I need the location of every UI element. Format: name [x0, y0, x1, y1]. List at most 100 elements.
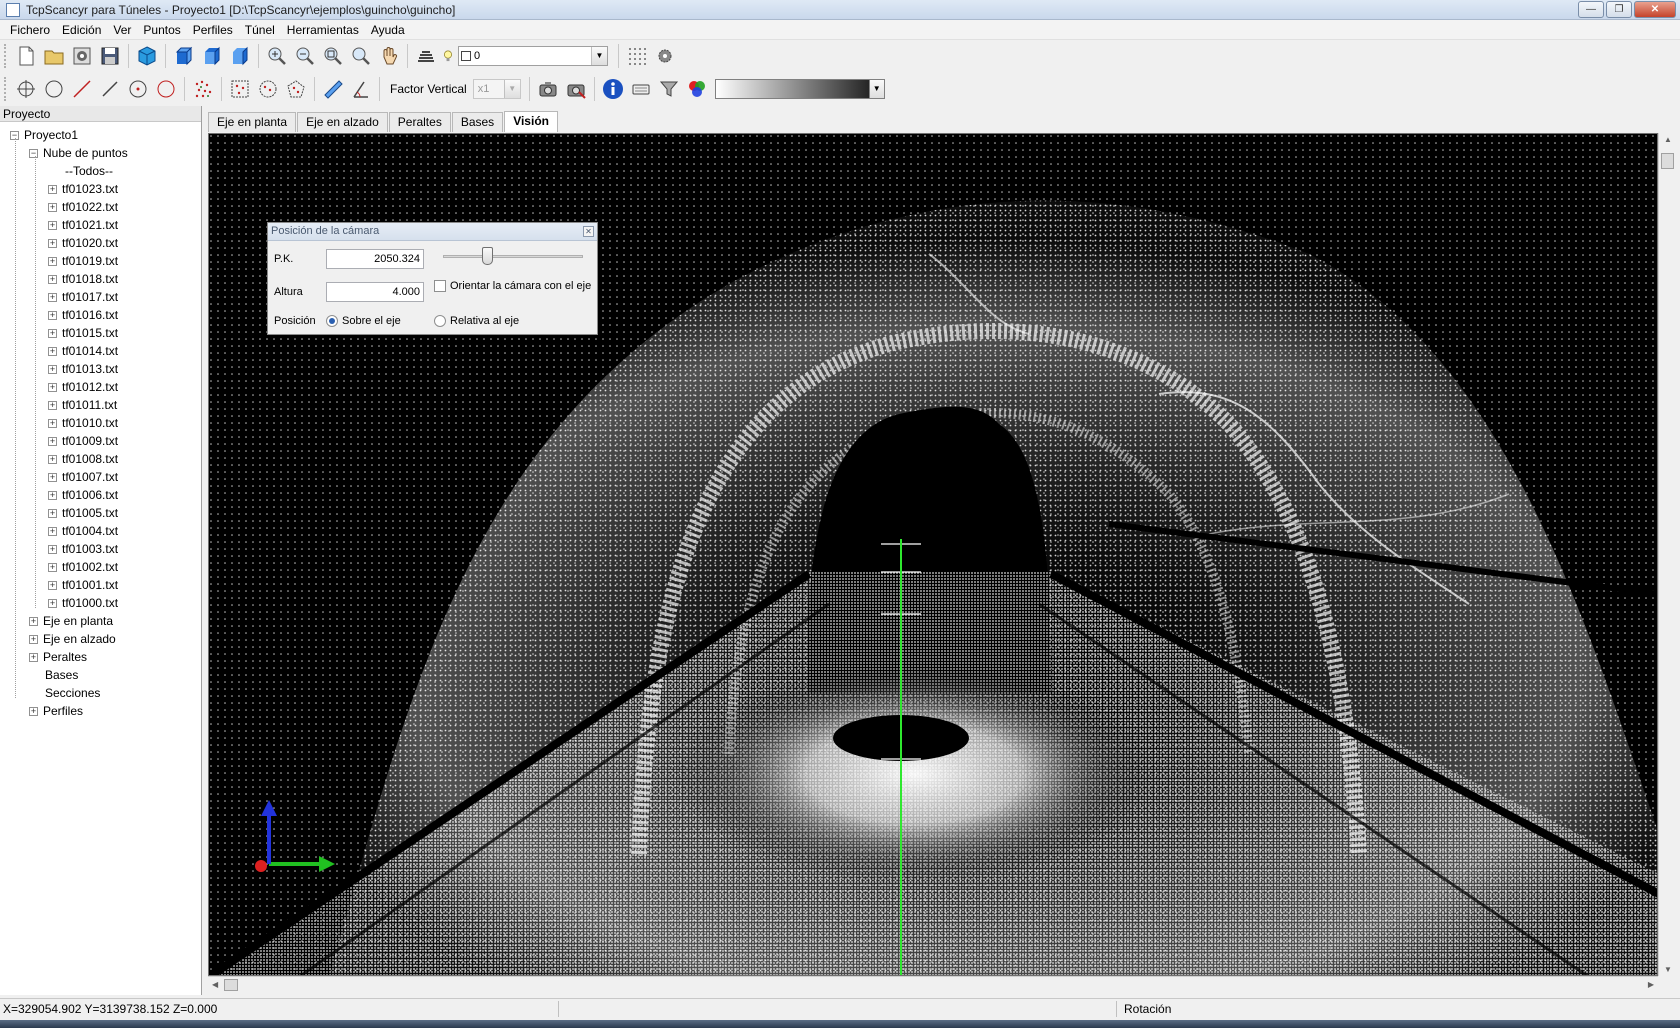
- tab-eje-en-planta[interactable]: Eje en planta: [208, 112, 297, 132]
- tree-node-file[interactable]: + tf01006.txt: [48, 486, 118, 504]
- expand-icon[interactable]: +: [48, 562, 57, 572]
- zoom-out-icon[interactable]: [291, 42, 319, 70]
- tree-node-file[interactable]: + tf01004.txt: [48, 522, 118, 540]
- expand-icon[interactable]: +: [48, 364, 57, 374]
- expand-icon[interactable]: +: [48, 472, 57, 482]
- tree-node-file[interactable]: + tf01020.txt: [48, 234, 118, 252]
- light-bulb-icon[interactable]: [440, 42, 456, 70]
- camera-icon[interactable]: [534, 75, 562, 103]
- menu-fichero[interactable]: Fichero: [4, 23, 56, 37]
- tree-node-file[interactable]: + tf01023.txt: [48, 180, 118, 198]
- select-rect-icon[interactable]: [226, 75, 254, 103]
- tab-vision[interactable]: Visión: [504, 111, 558, 132]
- minimize-button[interactable]: —: [1578, 1, 1604, 18]
- zoom-in-icon[interactable]: [263, 42, 291, 70]
- expand-icon[interactable]: +: [48, 526, 57, 536]
- chevron-down-icon[interactable]: ▼: [591, 47, 607, 65]
- expand-icon[interactable]: +: [48, 220, 57, 230]
- orient-camera-label[interactable]: Orientar la cámara con el eje: [450, 280, 591, 292]
- scroll-down-icon[interactable]: ▼: [1664, 965, 1672, 974]
- factor-vertical-select[interactable]: x1 ▼: [472, 79, 521, 99]
- tree-node-file[interactable]: + tf01019.txt: [48, 252, 118, 270]
- tree-node-eje-en-planta[interactable]: + Eje en planta: [29, 612, 113, 630]
- tree-node-bases[interactable]: Bases: [45, 666, 78, 684]
- camera-position-icon[interactable]: [562, 75, 590, 103]
- color-gradient-select[interactable]: ▼: [714, 79, 885, 99]
- expand-icon[interactable]: +: [29, 706, 38, 716]
- expand-icon[interactable]: +: [48, 382, 57, 392]
- view-front-icon[interactable]: [170, 42, 198, 70]
- tree-node-file[interactable]: + tf01003.txt: [48, 540, 118, 558]
- expand-icon[interactable]: +: [48, 544, 57, 554]
- tree-node-file[interactable]: + tf01001.txt: [48, 576, 118, 594]
- view-side-icon[interactable]: [198, 42, 226, 70]
- tree-node-file[interactable]: + tf01012.txt: [48, 378, 118, 396]
- zoom-extents-icon[interactable]: [347, 42, 375, 70]
- tree-node-nube-de-puntos[interactable]: − Nube de puntos: [29, 144, 128, 162]
- expand-icon[interactable]: +: [48, 598, 57, 608]
- toolbar-grip[interactable]: [4, 44, 8, 68]
- tree-root-proyecto1[interactable]: − Proyecto1: [10, 126, 78, 144]
- settings-gear-icon[interactable]: [68, 42, 96, 70]
- orient-camera-checkbox[interactable]: [434, 280, 446, 292]
- tree-node-file[interactable]: + tf01014.txt: [48, 342, 118, 360]
- menu-perfiles[interactable]: Perfiles: [187, 23, 239, 37]
- crosshair-point-icon[interactable]: [12, 75, 40, 103]
- toolbar-grip-2[interactable]: [4, 77, 8, 101]
- radio-sobre-el-eje-label[interactable]: Sobre el eje: [342, 315, 401, 327]
- menu-puntos[interactable]: Puntos: [137, 23, 186, 37]
- select-circle-icon[interactable]: [254, 75, 282, 103]
- circle-center-icon[interactable]: [124, 75, 152, 103]
- altura-input[interactable]: 4.000: [326, 282, 424, 302]
- layers-icon[interactable]: [412, 42, 440, 70]
- select-polygon-icon[interactable]: [282, 75, 310, 103]
- tree-node-file[interactable]: + tf01008.txt: [48, 450, 118, 468]
- tree-node-secciones[interactable]: Secciones: [45, 684, 100, 702]
- collapse-icon[interactable]: −: [29, 148, 38, 158]
- expand-icon[interactable]: +: [29, 616, 38, 626]
- tree-node-perfiles[interactable]: + Perfiles: [29, 702, 83, 720]
- expand-icon[interactable]: +: [29, 652, 38, 662]
- expand-icon[interactable]: +: [48, 256, 57, 266]
- circle-icon[interactable]: [40, 75, 68, 103]
- menu-ver[interactable]: Ver: [107, 23, 137, 37]
- tab-bases[interactable]: Bases: [451, 112, 504, 132]
- tree-node-file[interactable]: + tf01013.txt: [48, 360, 118, 378]
- tree-node-file[interactable]: + tf01002.txt: [48, 558, 118, 576]
- expand-icon[interactable]: +: [48, 310, 57, 320]
- tree-node-peraltes[interactable]: + Peraltes: [29, 648, 87, 666]
- tree-node-file[interactable]: + tf01009.txt: [48, 432, 118, 450]
- maximize-button[interactable]: ❐: [1606, 1, 1632, 18]
- camera-dialog-title[interactable]: Posición de la cámara ✕: [268, 223, 597, 241]
- close-icon[interactable]: ✕: [583, 226, 594, 237]
- menu-edicion[interactable]: Edición: [56, 23, 107, 37]
- expand-icon[interactable]: +: [48, 454, 57, 464]
- radio-relativa-al-eje-label[interactable]: Relativa al eje: [450, 315, 519, 327]
- filter-icon[interactable]: [655, 75, 683, 103]
- angle-measure-icon[interactable]: [347, 75, 375, 103]
- tree-node-file[interactable]: + tf01017.txt: [48, 288, 118, 306]
- line-icon[interactable]: [68, 75, 96, 103]
- open-folder-icon[interactable]: [40, 42, 68, 70]
- tree-node-file[interactable]: + tf01007.txt: [48, 468, 118, 486]
- tree-node-file[interactable]: + tf01011.txt: [48, 396, 117, 414]
- radio-relativa-al-eje[interactable]: [434, 315, 446, 327]
- color-palette-icon[interactable]: [683, 75, 711, 103]
- expand-icon[interactable]: +: [48, 346, 57, 356]
- expand-icon[interactable]: +: [48, 274, 57, 284]
- menu-tunel[interactable]: Túnel: [239, 23, 281, 37]
- keyboard-icon[interactable]: [627, 75, 655, 103]
- view-top-icon[interactable]: [226, 42, 254, 70]
- expand-icon[interactable]: +: [48, 490, 57, 500]
- chevron-down-icon[interactable]: ▼: [503, 80, 520, 98]
- pk-slider-track[interactable]: [443, 255, 583, 258]
- tree-node-todos[interactable]: --Todos--: [65, 162, 113, 180]
- menu-herramientas[interactable]: Herramientas: [281, 23, 365, 37]
- scroll-right-icon[interactable]: ▶: [1648, 980, 1654, 989]
- circle-3point-icon[interactable]: [152, 75, 180, 103]
- save-icon[interactable]: [96, 42, 124, 70]
- chevron-down-icon[interactable]: ▼: [868, 80, 884, 98]
- info-icon[interactable]: [599, 75, 627, 103]
- tree-node-file[interactable]: + tf01005.txt: [48, 504, 118, 522]
- zoom-window-icon[interactable]: [319, 42, 347, 70]
